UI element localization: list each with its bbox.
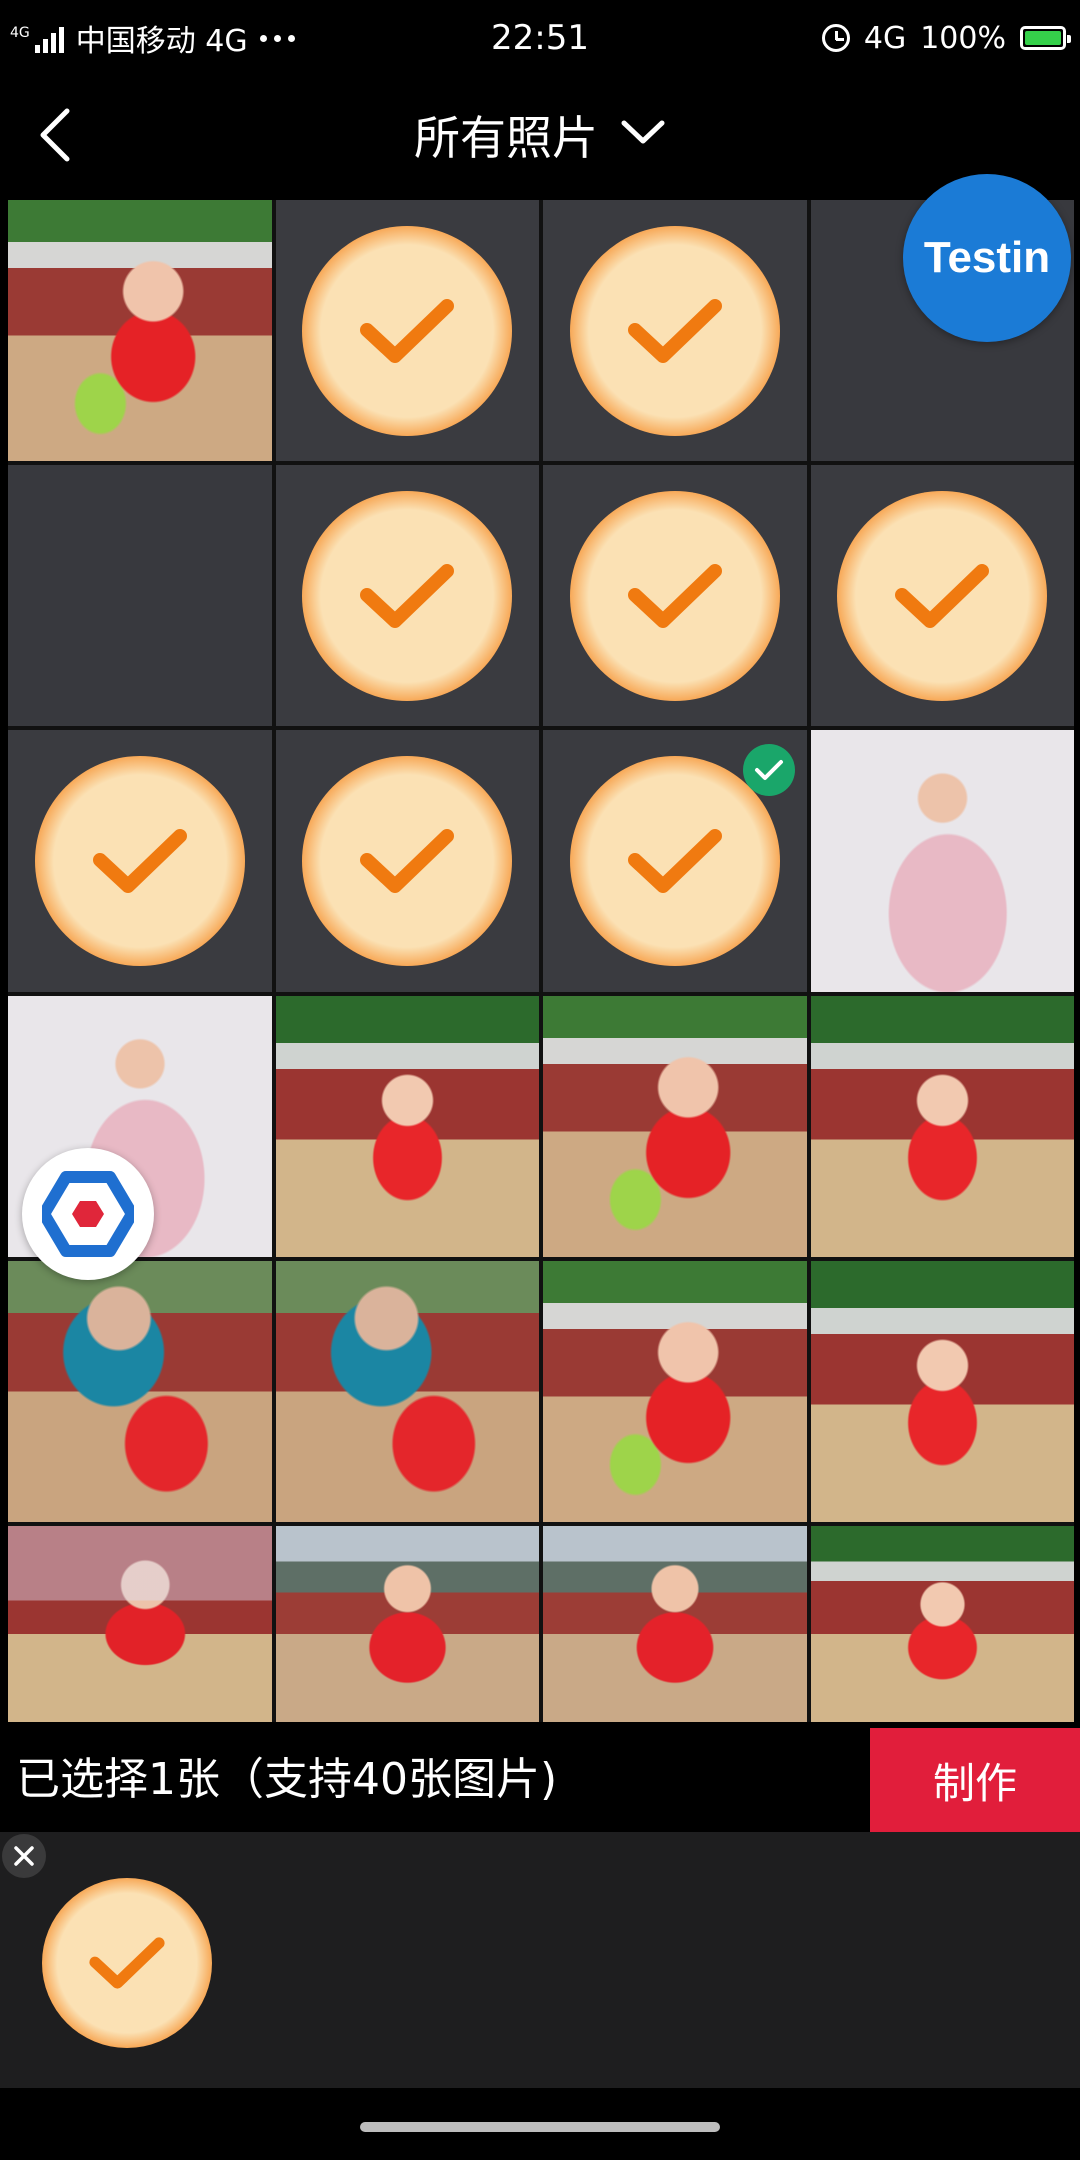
photo-thumbnail-placeholder[interactable]	[275, 465, 539, 727]
hexagon-assistant-icon	[42, 1171, 134, 1257]
placeholder-check-icon	[302, 756, 513, 967]
photo-thumbnail[interactable]	[8, 1526, 272, 1722]
photo-thumbnail[interactable]	[810, 1260, 1074, 1523]
system-nav-bar	[0, 2088, 1080, 2160]
header-bar: 所有照片	[0, 76, 1080, 194]
battery-percent: 100%	[920, 20, 1006, 56]
photo-thumbnail[interactable]	[810, 730, 1074, 992]
placeholder-check-icon	[569, 225, 780, 436]
placeholder-check-icon	[569, 756, 780, 967]
carrier-label: 中国移动 4G	[75, 24, 248, 59]
photo-thumbnail[interactable]	[543, 995, 807, 1257]
photo-thumbnail[interactable]	[275, 1260, 539, 1523]
close-icon	[14, 1846, 34, 1866]
photo-thumbnail-placeholder[interactable]	[8, 730, 272, 992]
selected-tray	[0, 1832, 1080, 2088]
placeholder-check-icon	[837, 490, 1048, 701]
placeholder-check-icon	[569, 490, 780, 701]
photo-thumbnail[interactable]	[543, 1526, 807, 1722]
alarm-icon	[821, 24, 850, 52]
make-button[interactable]: 制作	[870, 1728, 1080, 1832]
chevron-down-icon	[620, 119, 666, 151]
remove-selected-button[interactable]	[2, 1834, 46, 1878]
photo-thumbnail[interactable]	[275, 1526, 539, 1722]
status-bar: 4G 中国移动 4G 22:51 4G 100%	[0, 0, 1080, 76]
network-tag: 4G	[10, 25, 30, 41]
photo-thumbnail[interactable]	[810, 995, 1074, 1257]
signal-icon: 4G	[10, 23, 64, 53]
photo-thumbnail-placeholder[interactable]	[543, 465, 807, 727]
photo-thumbnail[interactable]	[543, 1260, 807, 1523]
selection-bar: 已选择1张（支持40张图片) 制作	[0, 1728, 1080, 1832]
photo-thumbnail-selected[interactable]	[543, 730, 807, 992]
clock: 22:51	[491, 18, 589, 58]
photo-thumbnail[interactable]	[810, 1526, 1074, 1722]
page-title: 所有照片	[414, 111, 598, 165]
selected-item[interactable]	[42, 1878, 212, 2048]
photo-grid	[8, 200, 1074, 1722]
placeholder-check-icon	[34, 756, 245, 967]
photo-thumbnail[interactable]	[8, 1260, 272, 1523]
photo-thumbnail[interactable]	[275, 995, 539, 1257]
photo-thumbnail-empty[interactable]	[8, 465, 272, 727]
testin-floating-button[interactable]: Testin	[903, 174, 1071, 342]
photo-thumbnail[interactable]	[8, 200, 272, 462]
battery-charging-icon	[1020, 26, 1071, 50]
photo-thumbnail-placeholder[interactable]	[543, 200, 807, 462]
selection-count-text: 已选择1张（支持40张图片)	[16, 1754, 558, 1805]
album-selector[interactable]: 所有照片	[0, 76, 1080, 194]
placeholder-check-icon	[302, 490, 513, 701]
photo-thumbnail-placeholder[interactable]	[275, 200, 539, 462]
placeholder-check-icon	[302, 225, 513, 436]
placeholder-check-icon	[42, 1878, 212, 2048]
photo-thumbnail-placeholder[interactable]	[810, 465, 1074, 727]
more-icon	[259, 34, 295, 42]
selected-check-icon[interactable]	[742, 744, 795, 797]
home-indicator[interactable]	[360, 2122, 720, 2132]
photo-thumbnail-placeholder[interactable]	[275, 730, 539, 992]
network-type: 4G	[863, 20, 907, 56]
hexagon-assistant-button[interactable]	[22, 1148, 154, 1280]
